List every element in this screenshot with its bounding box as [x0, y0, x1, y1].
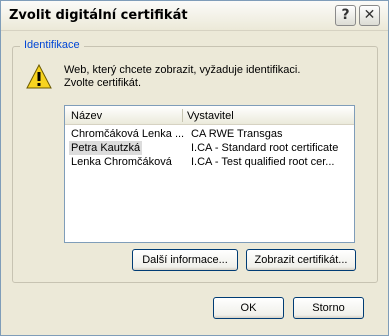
ok-button[interactable]: OK — [213, 297, 284, 319]
dialog-title: Zvolit digitální certifikát — [9, 8, 188, 23]
list-header: Název Vystavitel — [65, 106, 354, 125]
cert-name: Chromčáková Lenka ... — [71, 128, 185, 140]
cert-name: Lenka Chromčáková — [71, 156, 172, 168]
cert-name: Petra Kautzká — [69, 141, 143, 155]
warning-icon — [26, 64, 52, 89]
list-item-selected[interactable]: Petra Kautzká I.CA - Standard root certi… — [65, 141, 354, 155]
certificate-dialog: Zvolit digitální certifikát ? ✕ Identifi… — [0, 0, 389, 336]
close-button[interactable]: ✕ — [359, 5, 380, 26]
list-item[interactable]: Lenka Chromčáková I.CA - Test qualified … — [65, 155, 354, 169]
title-bar[interactable]: Zvolit digitální certifikát ? ✕ — [1, 1, 388, 31]
group-title: Identifikace — [20, 39, 84, 51]
list-item[interactable]: Chromčáková Lenka ... CA RWE Transgas — [65, 127, 354, 141]
help-button[interactable]: ? — [335, 5, 356, 26]
message-line-2: Zvolte certifikát. — [64, 77, 142, 89]
more-info-button[interactable]: Další informace... — [132, 249, 238, 271]
cancel-button[interactable]: Storno — [293, 297, 364, 319]
identification-message: Web, který chcete zobrazit, vyžaduje ide… — [64, 64, 300, 90]
show-certificate-button[interactable]: Zobrazit certifikát... — [246, 249, 356, 271]
cert-issuer: I.CA - Test qualified root cer... — [191, 156, 335, 168]
column-separator[interactable] — [182, 109, 183, 122]
column-issuer-header[interactable]: Vystavitel — [187, 110, 234, 122]
message-line-1: Web, který chcete zobrazit, vyžaduje ide… — [64, 64, 301, 76]
cert-issuer: CA RWE Transgas — [191, 128, 283, 140]
cert-issuer: I.CA - Standard root certificate — [191, 142, 339, 154]
certificate-list[interactable]: Název Vystavitel Chromčáková Lenka ... C… — [64, 105, 355, 243]
column-name-header[interactable]: Název — [71, 110, 102, 122]
